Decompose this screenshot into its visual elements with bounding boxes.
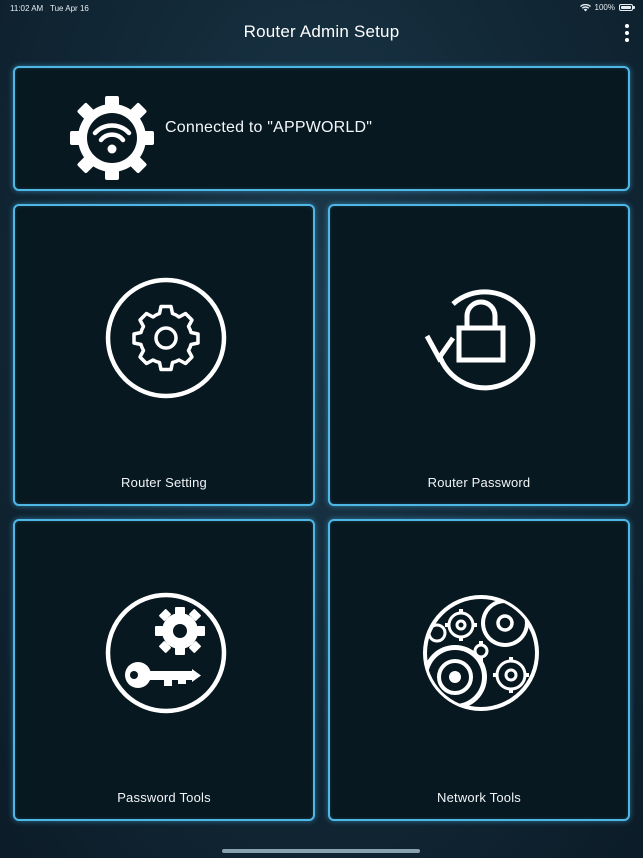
- tile-label: Network Tools: [436, 790, 521, 805]
- status-date: Tue Apr 16: [50, 4, 89, 13]
- status-time: 11:02 AM: [10, 4, 44, 13]
- battery-icon: [619, 4, 635, 11]
- connection-status-card[interactable]: Connected to "APPWORLD": [13, 66, 630, 191]
- connection-status-text: Connected to "APPWORLD": [165, 119, 373, 136]
- tile-label: Router Password: [427, 475, 531, 490]
- lock-reset-icon: [424, 289, 536, 391]
- network-tools-tile[interactable]: Network Tools: [328, 519, 630, 821]
- password-tools-tile[interactable]: Password Tools: [13, 519, 315, 821]
- tile-label: Password Tools: [117, 790, 211, 805]
- home-indicator[interactable]: [222, 849, 420, 853]
- network-gears-icon: [423, 595, 539, 711]
- more-vertical-icon[interactable]: [621, 22, 633, 44]
- wifi-icon: [579, 3, 591, 11]
- status-right: 100%: [579, 3, 635, 12]
- gear-icon: [105, 277, 227, 399]
- battery-percent: 100%: [594, 3, 615, 12]
- key-gear-icon: [105, 592, 227, 714]
- page-title: Router Admin Setup: [243, 22, 400, 41]
- router-setting-tile[interactable]: Router Setting: [13, 204, 315, 506]
- tile-label: Router Setting: [121, 475, 207, 490]
- wifi-gear-icon: [70, 96, 154, 180]
- status-bar: 11:02 AM Tue Apr 16 100%: [0, 0, 643, 16]
- router-password-tile[interactable]: Router Password: [328, 204, 630, 506]
